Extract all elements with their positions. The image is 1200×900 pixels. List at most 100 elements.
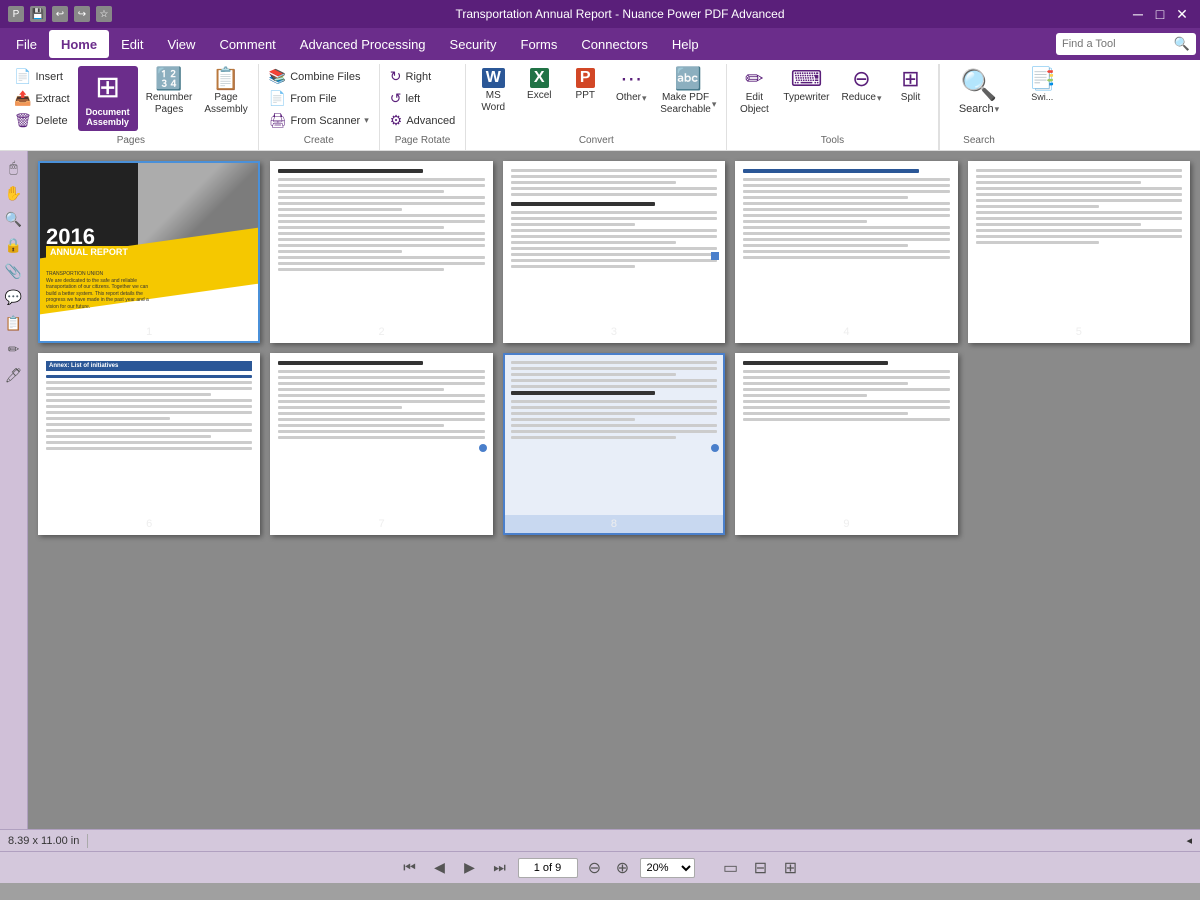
prev-page-button[interactable]: ◀	[428, 856, 452, 880]
find-tool-box[interactable]: 🔍	[1056, 33, 1196, 55]
save-icon[interactable]: 💾	[30, 6, 46, 22]
reduce-button[interactable]: ⊖ Reduce ▾	[838, 66, 886, 106]
sidebar-pages-tool[interactable]: 📋	[2, 311, 26, 335]
page-6-number: 6	[40, 515, 258, 533]
zoom-in-button[interactable]: ⊕	[612, 857, 634, 879]
maximize-button[interactable]: □	[1150, 4, 1170, 24]
sidebar-hand-tool[interactable]: ✋	[2, 181, 26, 205]
first-page-button[interactable]: ⏮	[398, 856, 422, 880]
page-thumb-4[interactable]: 4	[735, 161, 957, 343]
sidebar-edit-tool[interactable]: ✏	[2, 337, 26, 361]
advanced-rotate-button[interactable]: ⚙ Advanced	[386, 110, 460, 131]
rotate-right-icon: ↻	[390, 68, 402, 85]
page-thumb-1[interactable]: 2016 ANNUAL REPORT TRANSPORTION UNIONWe …	[38, 161, 260, 343]
two-page-view-button[interactable]: ⊟	[749, 856, 773, 880]
rotate-left-icon: ↺	[390, 90, 402, 107]
ribbon-group-convert: W MSWord X Excel P PPT ⋯ Other ▾	[466, 64, 727, 150]
split-icon: ⊞	[901, 68, 919, 90]
last-page-button[interactable]: ⏭	[488, 856, 512, 880]
sidebar-comment-tool[interactable]: 💬	[2, 285, 26, 309]
scroll-indicator: ◂	[1186, 834, 1192, 847]
other-button[interactable]: ⋯ Other ▾	[610, 66, 652, 106]
menu-comment[interactable]: Comment	[207, 30, 287, 58]
sidebar-attachment-tool[interactable]: 📎	[2, 259, 26, 283]
page-thumb-9[interactable]: 9	[735, 353, 957, 535]
edit-object-label: EditObject	[740, 92, 769, 116]
continuous-view-button[interactable]: ⊞	[779, 856, 803, 880]
document-assembly-button[interactable]: ⊞ DocumentAssembly	[78, 66, 138, 131]
swipe-paper-button[interactable]: 📑 Swi...	[1025, 66, 1060, 105]
page-input[interactable]	[518, 858, 578, 878]
swipe-icon: 📑	[1029, 68, 1056, 90]
from-scanner-button[interactable]: 🖨 From Scanner ▾	[265, 110, 373, 131]
page-assembly-button[interactable]: 📋 PageAssembly	[200, 66, 251, 118]
sidebar-cursor-tool[interactable]: 🖱	[2, 155, 26, 179]
rotate-left-button[interactable]: ↺ left	[386, 88, 460, 109]
menu-home[interactable]: Home	[49, 30, 109, 58]
single-page-view-button[interactable]: ▭	[719, 856, 743, 880]
next-page-button[interactable]: ▶	[458, 856, 482, 880]
page-thumb-2[interactable]: 2	[270, 161, 492, 343]
rotate-right-button[interactable]: ↻ Right	[386, 66, 460, 87]
sidebar-draw-tool[interactable]: 🖊	[2, 363, 26, 387]
status-bar: 8.39 x 11.00 in ◂	[0, 829, 1200, 851]
nav-bar: ⏮ ◀ ▶ ⏭ ⊖ ⊕ 10% 15% 20% 25% 50% 75% 100%…	[0, 851, 1200, 883]
zoom-out-button[interactable]: ⊖	[584, 857, 606, 879]
menu-forms[interactable]: Forms	[509, 30, 570, 58]
page-thumb-6[interactable]: Annex: List of initiatives	[38, 353, 260, 535]
from-file-button[interactable]: 📄 From File	[265, 88, 373, 109]
menu-file[interactable]: File	[4, 30, 49, 58]
redo-icon[interactable]: ↪	[74, 6, 90, 22]
edit-object-button[interactable]: ✏ EditObject	[733, 66, 775, 118]
typewriter-button[interactable]: ⌨ Typewriter	[779, 66, 833, 106]
split-button[interactable]: ⊞ Split	[890, 66, 932, 106]
pages-group-label: Pages	[10, 133, 252, 150]
main-content[interactable]: 2016 ANNUAL REPORT TRANSPORTION UNIONWe …	[28, 151, 1200, 829]
renumber-pages-button[interactable]: 🔢 RenumberPages	[142, 66, 197, 118]
minimize-button[interactable]: ─	[1128, 4, 1148, 24]
menu-edit[interactable]: Edit	[109, 30, 155, 58]
page-rotate-content: ↻ Right ↺ left ⚙ Advanced	[386, 66, 460, 133]
ms-word-button[interactable]: W MSWord	[472, 66, 514, 116]
from-scanner-icon: 🖨	[269, 112, 287, 129]
insert-button[interactable]: 📄 Insert	[10, 66, 74, 87]
ppt-button[interactable]: P PPT	[564, 66, 606, 104]
menu-help[interactable]: Help	[660, 30, 711, 58]
ribbon-group-page-rotate: ↻ Right ↺ left ⚙ Advanced Page Rotate	[380, 64, 467, 150]
page-1-number: 1	[40, 323, 258, 341]
make-pdf-searchable-button[interactable]: 🔤 Make PDFSearchable ▾	[656, 66, 720, 118]
split-label: Split	[901, 92, 920, 104]
close-button[interactable]: ✕	[1172, 4, 1192, 24]
menu-security[interactable]: Security	[438, 30, 509, 58]
find-tool-input[interactable]	[1062, 38, 1170, 50]
search-big-button[interactable]: 🔍 Search ▾	[953, 66, 1005, 117]
word-label: MSWord	[481, 90, 505, 114]
delete-button[interactable]: 🗑 Delete	[10, 110, 74, 131]
sidebar-lock-tool[interactable]: 🔒	[2, 233, 26, 257]
excel-button[interactable]: X Excel	[518, 66, 560, 104]
menu-connectors[interactable]: Connectors	[569, 30, 659, 58]
dimensions-label: 8.39 x 11.00 in	[8, 835, 79, 847]
page-5-content	[970, 163, 1188, 323]
menu-advanced-processing[interactable]: Advanced Processing	[288, 30, 438, 58]
page-1-content: 2016 ANNUAL REPORT TRANSPORTION UNIONWe …	[40, 163, 258, 323]
typewriter-label: Typewriter	[783, 92, 829, 104]
swipe-group-label	[1025, 144, 1060, 150]
combine-files-button[interactable]: 📚 Combine Files	[265, 66, 373, 87]
customize-icon[interactable]: ☆	[96, 6, 112, 22]
page-assembly-label: PageAssembly	[204, 92, 247, 116]
page-thumb-8[interactable]: 8	[503, 353, 725, 535]
page-grid: 2016 ANNUAL REPORT TRANSPORTION UNIONWe …	[38, 161, 1190, 535]
page-thumb-5[interactable]: 5	[968, 161, 1190, 343]
sidebar-zoom-tool[interactable]: 🔍	[2, 207, 26, 231]
zoom-select[interactable]: 10% 15% 20% 25% 50% 75% 100%	[640, 858, 695, 878]
advanced-rotate-icon: ⚙	[390, 112, 403, 129]
searchable-arrow: ▾	[712, 99, 717, 110]
page-thumb-3[interactable]: 3	[503, 161, 725, 343]
menu-view[interactable]: View	[155, 30, 207, 58]
extract-button[interactable]: 📤 Extract	[10, 88, 74, 109]
page-3-text	[505, 163, 723, 323]
undo-icon[interactable]: ↩	[52, 6, 68, 22]
swipe-label: Swi...	[1031, 92, 1053, 103]
page-thumb-7[interactable]: 7	[270, 353, 492, 535]
